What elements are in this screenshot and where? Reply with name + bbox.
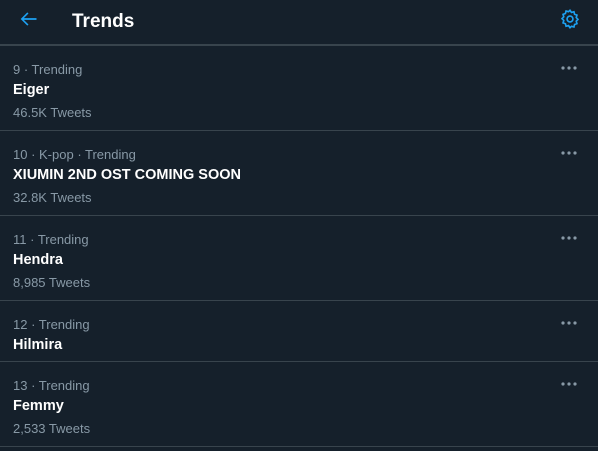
back-button[interactable] bbox=[17, 9, 41, 33]
trend-tweet-count: 32.8K Tweets bbox=[13, 190, 92, 205]
more-dots-icon bbox=[560, 228, 578, 246]
trend-item[interactable]: 12 · Trending Hilmira bbox=[0, 301, 598, 362]
trend-meta: 13 · Trending bbox=[13, 378, 90, 393]
trends-page: Trends 9 · Trending Eiger 46.5K Tweets 1… bbox=[0, 0, 598, 451]
more-options-button[interactable] bbox=[558, 144, 580, 160]
trend-name: Eiger bbox=[13, 82, 50, 98]
trend-item[interactable]: 9 · Trending Eiger 46.5K Tweets bbox=[0, 46, 598, 131]
trend-meta: 12 · Trending bbox=[13, 317, 90, 332]
settings-button[interactable] bbox=[558, 8, 582, 35]
header: Trends bbox=[0, 0, 598, 46]
more-dots-icon bbox=[560, 58, 578, 76]
trend-meta: 11 · Trending bbox=[13, 232, 89, 247]
trend-item[interactable]: 13 · Trending Femmy 2,533 Tweets bbox=[0, 362, 598, 447]
trend-tweet-count: 8,985 Tweets bbox=[13, 275, 91, 290]
trend-name: Hendra bbox=[13, 252, 63, 268]
gear-icon bbox=[559, 8, 581, 35]
more-dots-icon bbox=[560, 313, 578, 331]
more-dots-icon bbox=[560, 143, 578, 161]
trend-meta: 10 · K-pop · Trending bbox=[13, 147, 136, 162]
more-options-button[interactable] bbox=[558, 314, 580, 330]
page-title: Trends bbox=[72, 11, 135, 32]
trend-list: 9 · Trending Eiger 46.5K Tweets 10 · K-p… bbox=[0, 46, 598, 447]
more-options-button[interactable] bbox=[558, 375, 580, 391]
trend-meta: 9 · Trending bbox=[13, 62, 83, 77]
trend-name: Hilmira bbox=[13, 337, 63, 353]
more-dots-icon bbox=[560, 374, 578, 392]
trend-item[interactable]: 11 · Trending Hendra 8,985 Tweets bbox=[0, 216, 598, 301]
trend-tweet-count: 2,533 Tweets bbox=[13, 421, 91, 436]
trend-tweet-count: 46.5K Tweets bbox=[13, 105, 92, 120]
trend-item[interactable]: 10 · K-pop · Trending XIUMIN 2ND OST COM… bbox=[0, 131, 598, 216]
more-options-button[interactable] bbox=[558, 229, 580, 245]
trend-name: XIUMIN 2ND OST COMING SOON bbox=[13, 167, 241, 183]
arrow-left-icon bbox=[19, 9, 39, 34]
trend-name: Femmy bbox=[13, 398, 64, 414]
more-options-button[interactable] bbox=[558, 59, 580, 75]
